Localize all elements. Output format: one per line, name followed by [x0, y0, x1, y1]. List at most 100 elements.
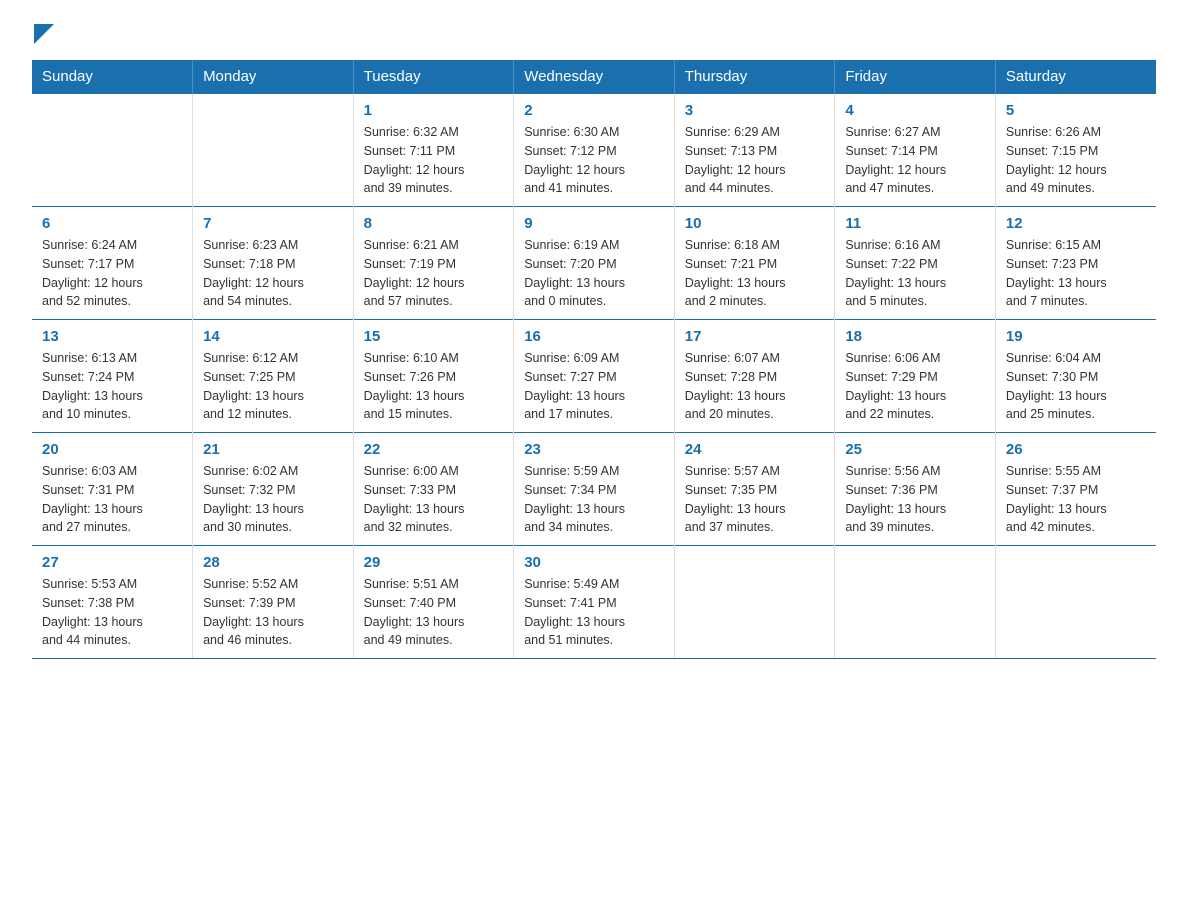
- weekday-header-saturday: Saturday: [995, 60, 1156, 94]
- calendar-cell: [32, 94, 193, 207]
- day-number: 5: [1006, 102, 1146, 119]
- calendar-cell: 30 Sunrise: 5:49 AM Sunset: 7:41 PM Dayli…: [514, 546, 675, 659]
- day-number: 10: [685, 215, 825, 232]
- day-number: 1: [364, 102, 504, 119]
- day-info: Sunrise: 6:24 AM Sunset: 7:17 PM Dayligh…: [42, 236, 182, 311]
- day-number: 24: [685, 441, 825, 458]
- calendar-cell: 19Sunrise: 6:04 AM Sunset: 7:30 PM Dayli…: [995, 320, 1156, 433]
- weekday-header-tuesday: Tuesday: [353, 60, 514, 94]
- calendar-table: SundayMondayTuesdayWednesdayThursdayFrid…: [32, 60, 1156, 659]
- day-info: Sunrise: 6:13 AM Sunset: 7:24 PM Dayligh…: [42, 349, 182, 424]
- logo-arrow-icon: [34, 24, 54, 44]
- calendar-cell: 25 Sunrise: 5:56 AM Sunset: 7:36 PM Dayli…: [835, 433, 996, 546]
- day-number: 8: [364, 215, 504, 232]
- day-info: Sunrise: 6:09 AM Sunset: 7:27 PM Dayligh…: [524, 349, 664, 424]
- calendar-cell: 13 Sunrise: 6:13 AM Sunset: 7:24 PM Dayli…: [32, 320, 193, 433]
- page-header: [32, 24, 1156, 42]
- calendar-cell: 9Sunrise: 6:19 AM Sunset: 7:20 PM Daylig…: [514, 207, 675, 320]
- day-info: Sunrise: 5:49 AM Sunset: 7:41 PM Dayligh…: [524, 575, 664, 650]
- day-info: Sunrise: 6:15 AM Sunset: 7:23 PM Dayligh…: [1006, 236, 1146, 311]
- day-number: 18: [845, 328, 985, 345]
- calendar-cell: 5 Sunrise: 6:26 AM Sunset: 7:15 PM Daylig…: [995, 94, 1156, 207]
- calendar-header: SundayMondayTuesdayWednesdayThursdayFrid…: [32, 60, 1156, 94]
- day-info: Sunrise: 6:29 AM Sunset: 7:13 PM Dayligh…: [685, 123, 825, 198]
- calendar-cell: [674, 546, 835, 659]
- day-number: 21: [203, 441, 343, 458]
- calendar-week-row: 6 Sunrise: 6:24 AM Sunset: 7:17 PM Daylig…: [32, 207, 1156, 320]
- day-number: 23: [524, 441, 664, 458]
- calendar-cell: 7 Sunrise: 6:23 AM Sunset: 7:18 PM Daylig…: [193, 207, 354, 320]
- day-info: Sunrise: 6:02 AM Sunset: 7:32 PM Dayligh…: [203, 462, 343, 537]
- day-number: 14: [203, 328, 343, 345]
- calendar-week-row: 13 Sunrise: 6:13 AM Sunset: 7:24 PM Dayli…: [32, 320, 1156, 433]
- calendar-cell: [835, 546, 996, 659]
- calendar-cell: 20 Sunrise: 6:03 AM Sunset: 7:31 PM Dayli…: [32, 433, 193, 546]
- day-info: Sunrise: 5:56 AM Sunset: 7:36 PM Dayligh…: [845, 462, 985, 537]
- day-info: Sunrise: 6:00 AM Sunset: 7:33 PM Dayligh…: [364, 462, 504, 537]
- day-info: Sunrise: 6:07 AM Sunset: 7:28 PM Dayligh…: [685, 349, 825, 424]
- day-number: 3: [685, 102, 825, 119]
- calendar-cell: 11 Sunrise: 6:16 AM Sunset: 7:22 PM Dayli…: [835, 207, 996, 320]
- day-info: Sunrise: 6:30 AM Sunset: 7:12 PM Dayligh…: [524, 123, 664, 198]
- day-number: 30: [524, 554, 664, 571]
- day-number: 4: [845, 102, 985, 119]
- calendar-cell: 26Sunrise: 5:55 AM Sunset: 7:37 PM Dayli…: [995, 433, 1156, 546]
- day-info: Sunrise: 5:57 AM Sunset: 7:35 PM Dayligh…: [685, 462, 825, 537]
- weekday-header-monday: Monday: [193, 60, 354, 94]
- day-info: Sunrise: 6:27 AM Sunset: 7:14 PM Dayligh…: [845, 123, 985, 198]
- calendar-cell: 14 Sunrise: 6:12 AM Sunset: 7:25 PM Dayli…: [193, 320, 354, 433]
- weekday-header-thursday: Thursday: [674, 60, 835, 94]
- calendar-cell: 3 Sunrise: 6:29 AM Sunset: 7:13 PM Daylig…: [674, 94, 835, 207]
- calendar-cell: 29 Sunrise: 5:51 AM Sunset: 7:40 PM Dayli…: [353, 546, 514, 659]
- calendar-cell: 23 Sunrise: 5:59 AM Sunset: 7:34 PM Dayli…: [514, 433, 675, 546]
- weekday-header-row: SundayMondayTuesdayWednesdayThursdayFrid…: [32, 60, 1156, 94]
- weekday-header-friday: Friday: [835, 60, 996, 94]
- calendar-cell: 15 Sunrise: 6:10 AM Sunset: 7:26 PM Dayli…: [353, 320, 514, 433]
- calendar-body: 1 Sunrise: 6:32 AM Sunset: 7:11 PM Daylig…: [32, 94, 1156, 659]
- day-number: 16: [524, 328, 664, 345]
- day-info: Sunrise: 6:26 AM Sunset: 7:15 PM Dayligh…: [1006, 123, 1146, 198]
- day-info: Sunrise: 6:23 AM Sunset: 7:18 PM Dayligh…: [203, 236, 343, 311]
- day-number: 6: [42, 215, 182, 232]
- day-info: Sunrise: 6:12 AM Sunset: 7:25 PM Dayligh…: [203, 349, 343, 424]
- day-number: 22: [364, 441, 504, 458]
- calendar-cell: 10 Sunrise: 6:18 AM Sunset: 7:21 PM Dayli…: [674, 207, 835, 320]
- calendar-cell: 1 Sunrise: 6:32 AM Sunset: 7:11 PM Daylig…: [353, 94, 514, 207]
- day-number: 25: [845, 441, 985, 458]
- calendar-cell: 8 Sunrise: 6:21 AM Sunset: 7:19 PM Daylig…: [353, 207, 514, 320]
- calendar-cell: 16 Sunrise: 6:09 AM Sunset: 7:27 PM Dayli…: [514, 320, 675, 433]
- day-info: Sunrise: 5:51 AM Sunset: 7:40 PM Dayligh…: [364, 575, 504, 650]
- day-number: 15: [364, 328, 504, 345]
- day-number: 28: [203, 554, 343, 571]
- day-number: 12: [1006, 215, 1146, 232]
- day-number: 19: [1006, 328, 1146, 345]
- day-number: 29: [364, 554, 504, 571]
- day-number: 20: [42, 441, 182, 458]
- day-info: Sunrise: 5:59 AM Sunset: 7:34 PM Dayligh…: [524, 462, 664, 537]
- day-number: 26: [1006, 441, 1146, 458]
- calendar-cell: [193, 94, 354, 207]
- day-info: Sunrise: 6:03 AM Sunset: 7:31 PM Dayligh…: [42, 462, 182, 537]
- calendar-week-row: 1 Sunrise: 6:32 AM Sunset: 7:11 PM Daylig…: [32, 94, 1156, 207]
- calendar-cell: 18 Sunrise: 6:06 AM Sunset: 7:29 PM Dayli…: [835, 320, 996, 433]
- day-number: 7: [203, 215, 343, 232]
- calendar-cell: 6 Sunrise: 6:24 AM Sunset: 7:17 PM Daylig…: [32, 207, 193, 320]
- logo: [32, 24, 54, 42]
- day-info: Sunrise: 6:10 AM Sunset: 7:26 PM Dayligh…: [364, 349, 504, 424]
- calendar-cell: 24 Sunrise: 5:57 AM Sunset: 7:35 PM Dayli…: [674, 433, 835, 546]
- logo-wordmark: [32, 24, 54, 44]
- day-number: 17: [685, 328, 825, 345]
- day-info: Sunrise: 6:19 AM Sunset: 7:20 PM Dayligh…: [524, 236, 664, 311]
- day-info: Sunrise: 6:18 AM Sunset: 7:21 PM Dayligh…: [685, 236, 825, 311]
- calendar-cell: [995, 546, 1156, 659]
- weekday-header-sunday: Sunday: [32, 60, 193, 94]
- calendar-week-row: 20 Sunrise: 6:03 AM Sunset: 7:31 PM Dayli…: [32, 433, 1156, 546]
- calendar-cell: 27Sunrise: 5:53 AM Sunset: 7:38 PM Dayli…: [32, 546, 193, 659]
- day-info: Sunrise: 6:06 AM Sunset: 7:29 PM Dayligh…: [845, 349, 985, 424]
- day-number: 13: [42, 328, 182, 345]
- calendar-cell: 21 Sunrise: 6:02 AM Sunset: 7:32 PM Dayli…: [193, 433, 354, 546]
- day-info: Sunrise: 6:21 AM Sunset: 7:19 PM Dayligh…: [364, 236, 504, 311]
- day-info: Sunrise: 6:32 AM Sunset: 7:11 PM Dayligh…: [364, 123, 504, 198]
- day-number: 11: [845, 215, 985, 232]
- day-info: Sunrise: 6:16 AM Sunset: 7:22 PM Dayligh…: [845, 236, 985, 311]
